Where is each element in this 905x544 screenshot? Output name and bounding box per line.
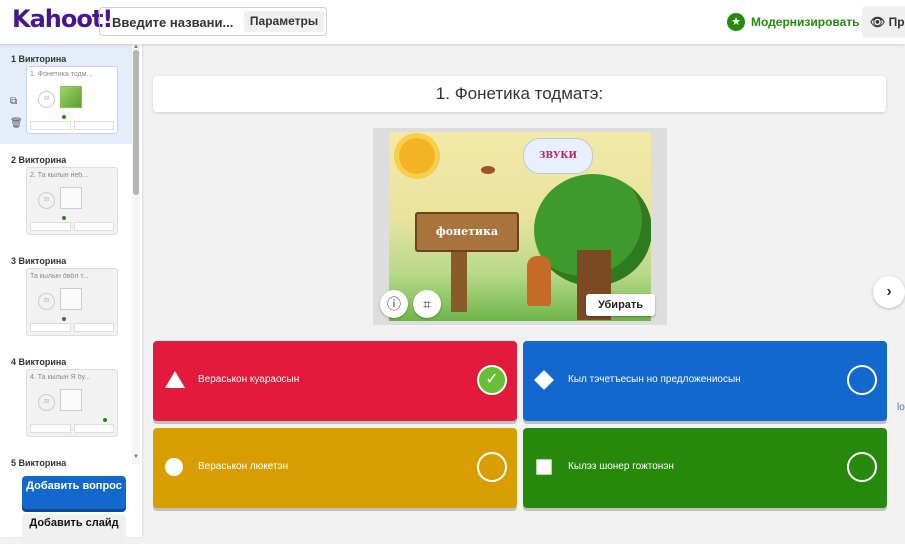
scroll-up-icon[interactable]: ▲	[132, 44, 140, 50]
answer-text[interactable]: Кылэз шонер гожтонэн	[568, 461, 674, 472]
add-question-button[interactable]: Добавить вопрос	[22, 476, 126, 509]
scroll-down-icon[interactable]: ▼	[132, 454, 140, 460]
slide-item-1[interactable]: 1 Викторина ⧉ 🗑 1. Фонетика тодм... 20	[0, 44, 132, 144]
image-placeholder-icon	[60, 288, 82, 310]
info-icon[interactable]: ⓘ	[380, 290, 408, 318]
boy-illustration	[527, 256, 551, 306]
circle-icon	[165, 458, 183, 476]
image-placeholder-icon	[60, 187, 82, 209]
slide-header: 3 Викторина	[11, 256, 67, 266]
slide-header: 5 Викторина	[11, 458, 67, 468]
answer-3[interactable]: Вераськон люкетэн	[153, 428, 517, 508]
bird-illustration	[481, 166, 495, 174]
triangle-icon	[165, 371, 185, 388]
slide-thumbnail: 4. Та кылын Я бу... 20	[26, 369, 118, 437]
title-settings-box[interactable]: Введите названи... Параметры	[99, 7, 327, 36]
slide-item-5[interactable]: 5 Викторина	[0, 448, 132, 468]
slide-item-4[interactable]: 4 Викторина 4. Та кылын Я бу... 20	[0, 347, 132, 447]
answer-text[interactable]: Вераськон люкетэн	[198, 461, 288, 472]
slide-thumbnail: Та кылын öвöл т... 20	[26, 268, 118, 336]
slide-item-2[interactable]: 2 Викторина 2. Та кылын неб... 20	[0, 145, 132, 245]
sun-illustration	[399, 138, 435, 174]
slide-header: 1 Викторина	[11, 54, 67, 64]
next-arrow-icon[interactable]: ›	[873, 276, 905, 308]
duplicate-icon[interactable]: ⧉	[10, 96, 17, 107]
answer-bars	[30, 121, 114, 130]
timer-icon: 20	[38, 293, 55, 310]
diamond-icon	[534, 370, 554, 390]
timer-icon: 20	[38, 192, 55, 209]
slide-header: 2 Викторина	[11, 155, 67, 165]
scrollbar-thumb[interactable]	[133, 50, 139, 195]
slide-header: 4 Викторина	[11, 357, 67, 367]
answer-bars	[30, 222, 114, 231]
image-thumb	[60, 86, 82, 108]
settings-button[interactable]: Параметры	[244, 11, 324, 32]
timer-icon: 20	[38, 394, 55, 411]
correct-dot	[62, 317, 66, 321]
square-icon	[536, 459, 552, 475]
correct-dot	[62, 216, 66, 220]
slide-title: Та кылын öвöл т...	[30, 273, 89, 280]
remove-image-button[interactable]: Убирать	[586, 294, 655, 316]
answer-4[interactable]: Кылэз шонер гожтонэн	[523, 428, 887, 508]
slides-sidebar: 1 Викторина ⧉ 🗑 1. Фонетика тодм... 20 2…	[0, 44, 142, 544]
answer-bars	[30, 323, 114, 332]
crop-icon[interactable]: ⌗	[413, 290, 441, 318]
answer-1[interactable]: Вераськон куараосын ✓	[153, 341, 517, 421]
correct-toggle-icon[interactable]	[847, 452, 877, 482]
preview-label: Пре	[888, 15, 905, 29]
eye-icon: 👁	[870, 15, 886, 29]
sidebar-scrollbar[interactable]	[132, 44, 140, 464]
slide-thumbnail: 1. Фонетика тодм... 20	[26, 66, 118, 134]
answer-bars	[30, 424, 114, 433]
add-slide-button[interactable]: Добавить слайд	[22, 514, 126, 544]
question-title-input[interactable]: 1. Фонетика тодматэ:	[153, 76, 886, 112]
upgrade-label: Модернизировать	[751, 15, 860, 29]
image-placeholder-icon	[60, 389, 82, 411]
kahoot-title-input[interactable]: Введите названи...	[112, 15, 233, 30]
correct-dot	[103, 418, 107, 422]
star-icon: ★	[727, 13, 745, 31]
timer-icon: 20	[38, 91, 55, 108]
sign-label: фонетика	[415, 212, 519, 252]
correct-toggle-icon[interactable]	[847, 365, 877, 395]
slide-item-3[interactable]: 3 Викторина Та кылын öвöл т... 20	[0, 246, 132, 346]
top-bar: Kahoot! Введите названи... Параметры ★ М…	[0, 0, 905, 44]
kahoot-logo[interactable]: Kahoot!	[12, 5, 113, 33]
answer-text[interactable]: Кыл тэчетъесын но предложениосын	[568, 374, 741, 385]
preview-button[interactable]: 👁 Пре	[862, 6, 905, 38]
slide-title: 1. Фонетика тодм...	[30, 71, 93, 78]
trash-icon[interactable]: 🗑	[10, 118, 23, 129]
correct-dot	[62, 115, 66, 119]
sign-post	[451, 252, 467, 312]
slide-title: 4. Та кылын Я бу...	[30, 374, 91, 381]
answer-2[interactable]: Кыл тэчетъесын но предложениосын	[523, 341, 887, 421]
correct-toggle-icon[interactable]	[477, 452, 507, 482]
cloud-label: ЗВУКИ	[523, 138, 593, 174]
slide-thumbnail: 2. Та кылын неб... 20	[26, 167, 118, 235]
answer-text[interactable]: Вераськон куараосын	[198, 374, 299, 385]
correct-check-icon[interactable]: ✓	[477, 365, 507, 395]
slide-title: 2. Та кылын неб...	[30, 172, 89, 179]
edge-fragment: lo	[897, 402, 905, 413]
upgrade-button[interactable]: ★ Модернизировать	[727, 13, 860, 31]
